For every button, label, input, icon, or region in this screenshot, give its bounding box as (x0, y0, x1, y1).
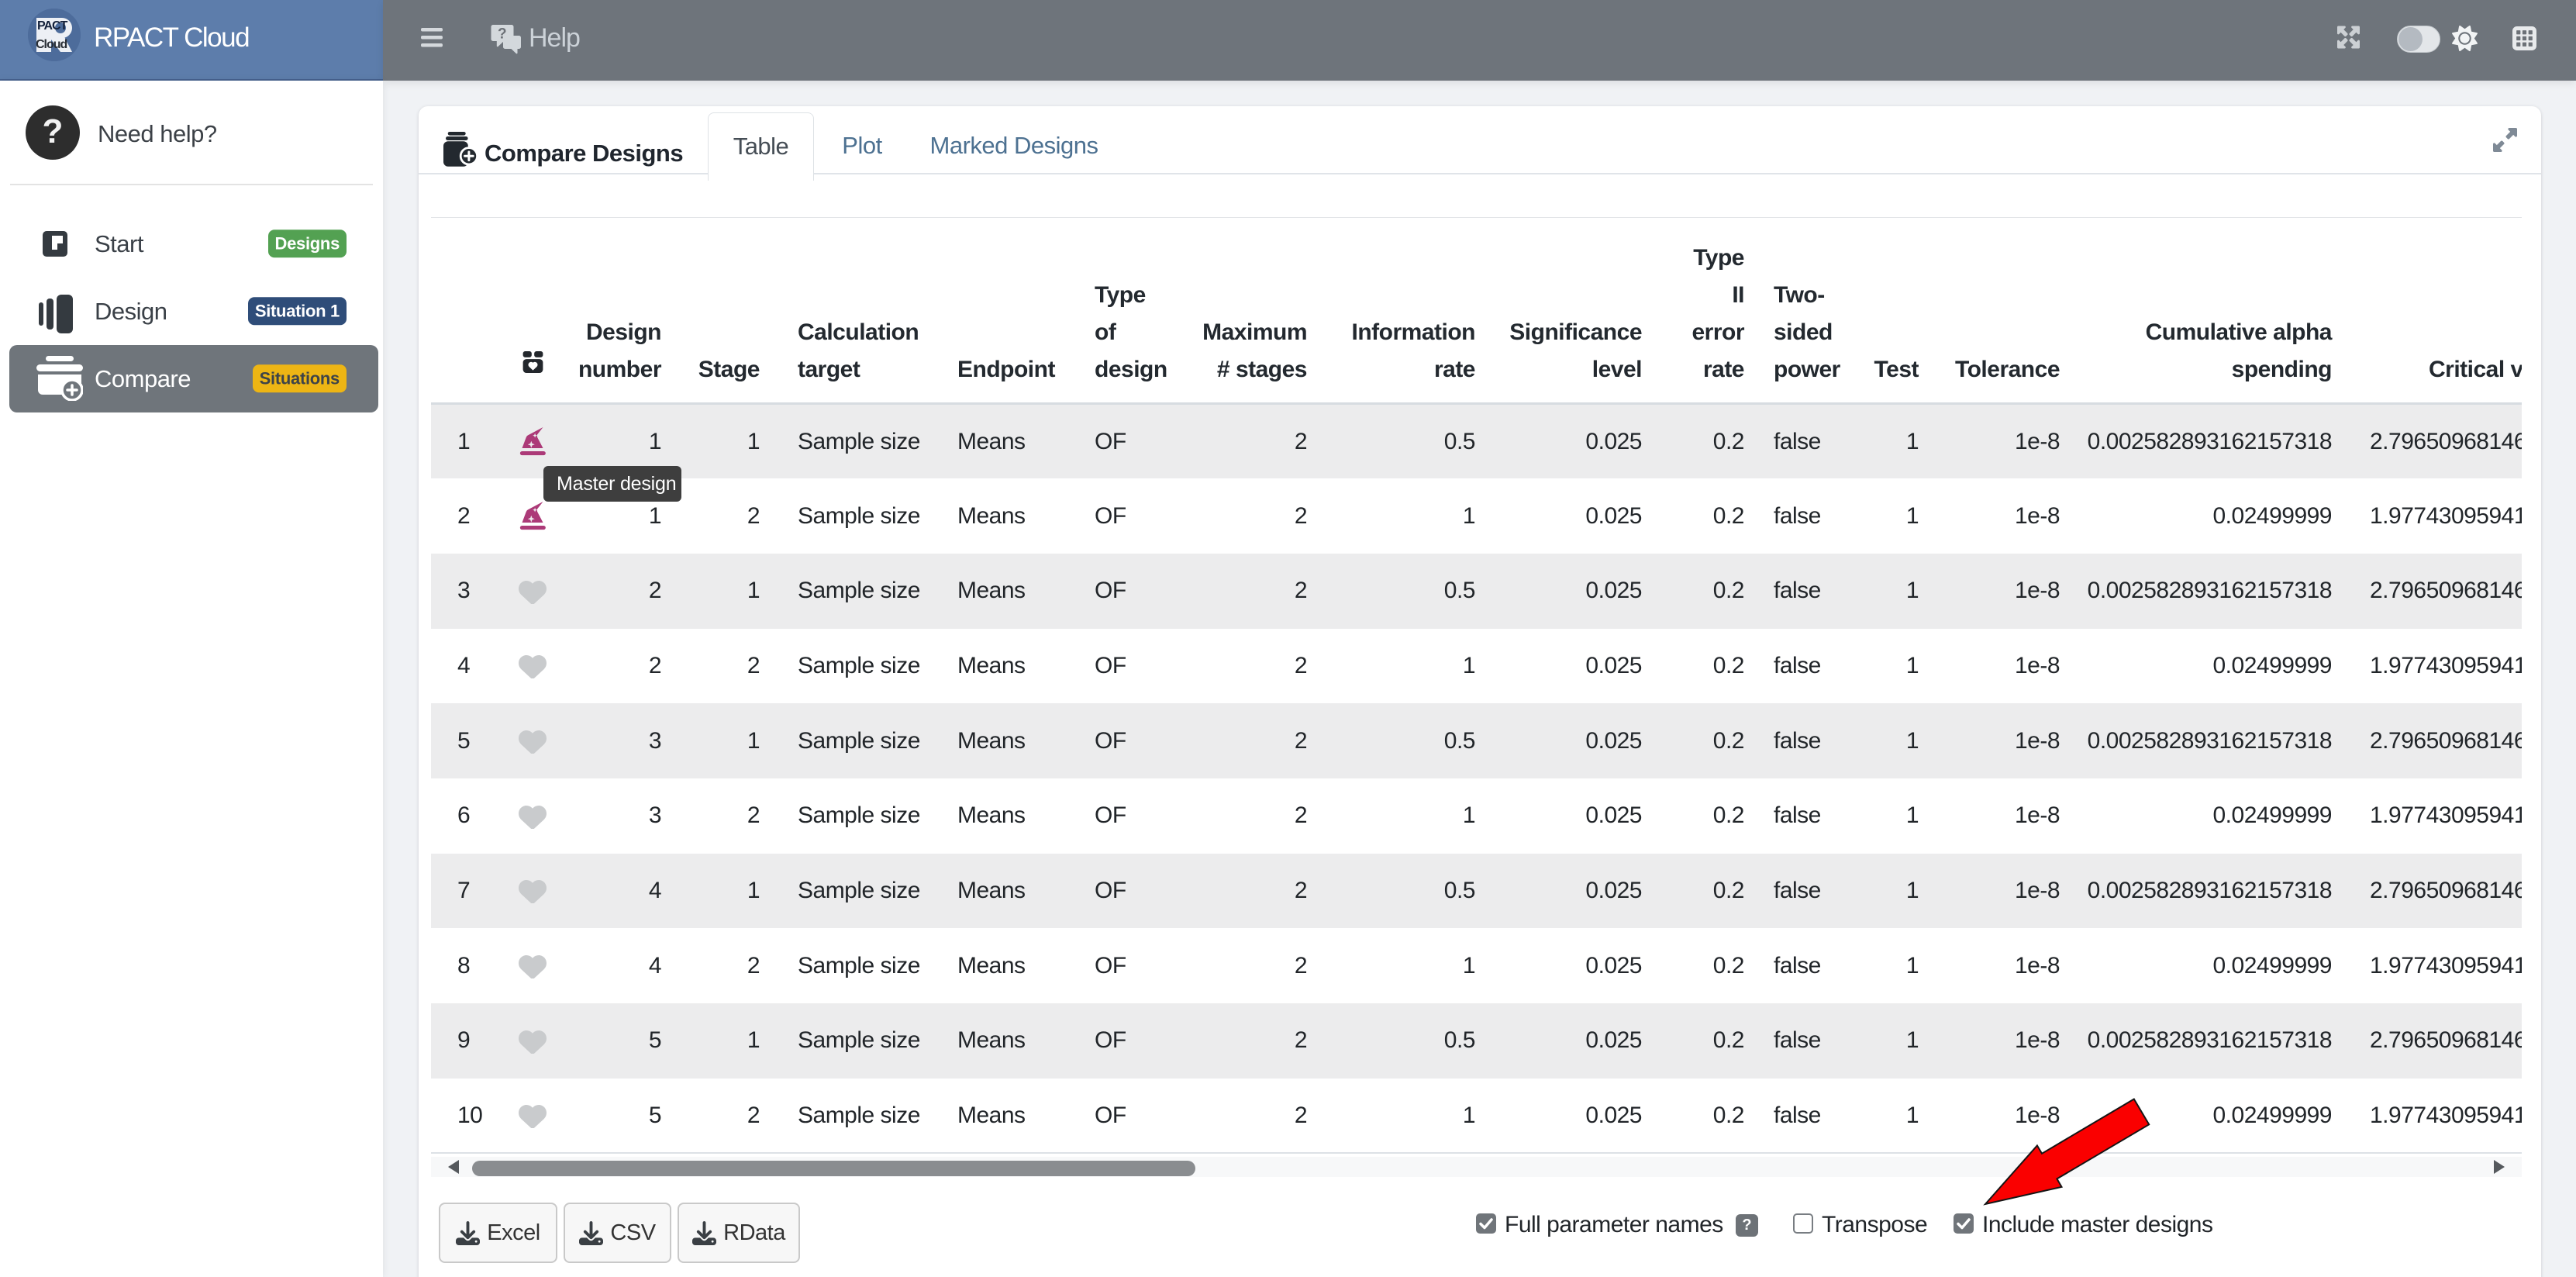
svg-text:PACT: PACT (37, 19, 68, 33)
svg-text:Cloud: Cloud (36, 38, 67, 51)
